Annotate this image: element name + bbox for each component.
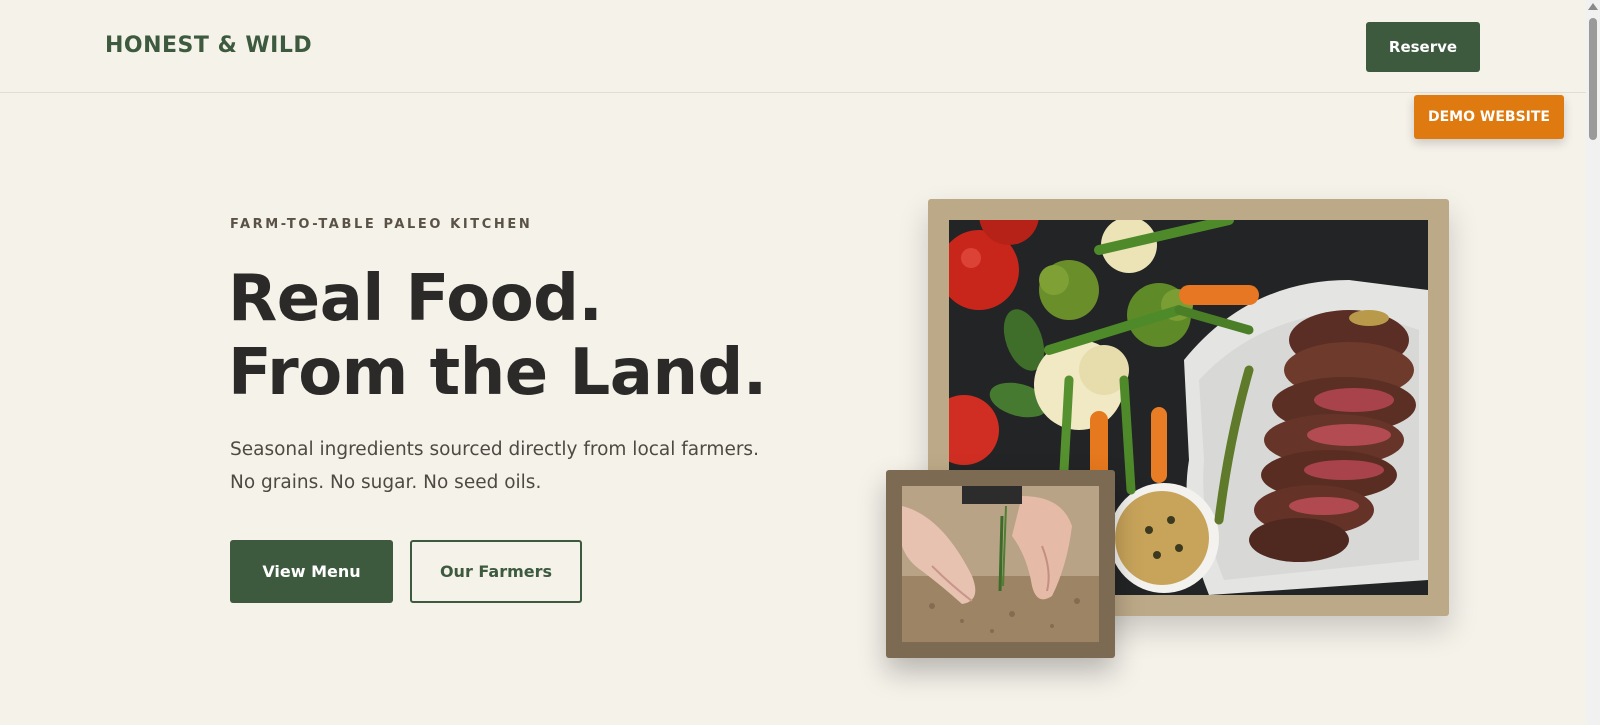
hero-headline: Real Food. From the Land. (228, 262, 767, 410)
page-scrollbar[interactable] (1586, 0, 1600, 725)
headline-line-1: Real Food. (228, 262, 603, 336)
planting-illustration (902, 486, 1099, 642)
scroll-up-arrow-icon[interactable] (1588, 3, 1598, 10)
small-photo-frame (886, 470, 1115, 658)
subtext-line-1: Seasonal ingredients sourced directly fr… (230, 439, 759, 460)
headline-line-2: From the Land. (228, 336, 767, 410)
brand-logo[interactable]: HONEST & WILD (105, 33, 312, 58)
subtext-line-2: No grains. No sugar. No seed oils. (230, 472, 542, 493)
farmer-planting-photo (902, 486, 1099, 642)
hero-eyebrow: FARM-TO-TABLE PALEO KITCHEN (230, 217, 533, 232)
site-header: HONEST & WILD Reserve (0, 0, 1586, 93)
hero-subtext: Seasonal ingredients sourced directly fr… (230, 433, 759, 499)
demo-website-badge[interactable]: DEMO WEBSITE (1414, 95, 1564, 139)
view-menu-button[interactable]: View Menu (230, 540, 393, 603)
scroll-thumb[interactable] (1589, 18, 1597, 140)
reserve-button[interactable]: Reserve (1366, 22, 1480, 72)
our-farmers-button[interactable]: Our Farmers (410, 540, 582, 603)
